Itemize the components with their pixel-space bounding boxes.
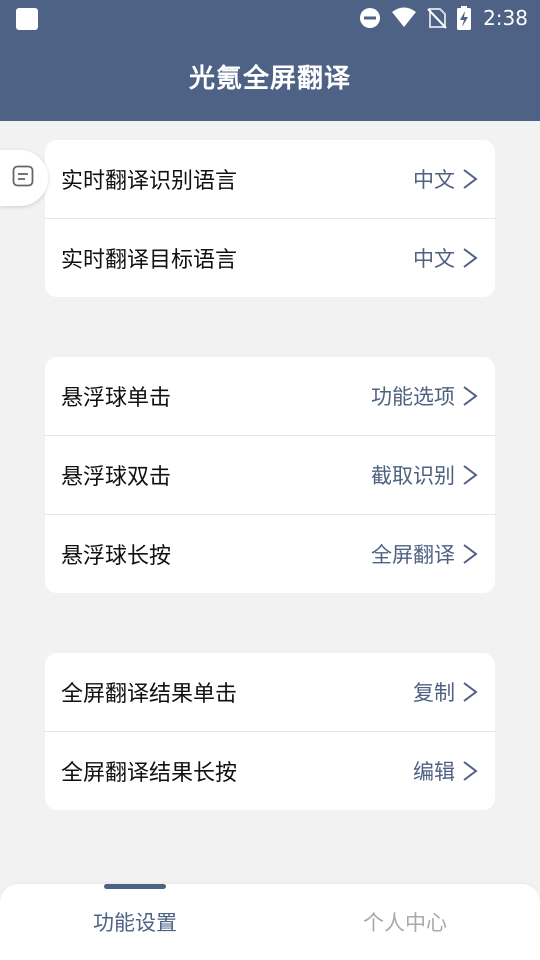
setting-label: 悬浮球单击 (61, 386, 172, 411)
setting-value-wrap: 截取识别 (371, 460, 479, 490)
status-time: 2:38 (483, 6, 528, 30)
chevron-right-icon (461, 247, 479, 269)
setting-value: 编辑 (413, 760, 455, 784)
app-square-icon (16, 8, 38, 30)
setting-label: 实时翻译识别语言 (61, 169, 238, 194)
settings-group-floating-ball: 悬浮球单击 功能选项 悬浮球双击 截取识别 悬浮球长按 全屏翻译 (45, 357, 495, 593)
setting-row-target-language[interactable]: 实时翻译目标语言 中文 (45, 219, 495, 297)
do-not-disturb-icon (359, 7, 381, 29)
settings-group-result: 全屏翻译结果单击 复制 全屏翻译结果长按 编辑 (45, 653, 495, 810)
status-bar: 2:38 (0, 0, 540, 36)
setting-value-wrap: 功能选项 (371, 381, 479, 411)
setting-row-result-long-press[interactable]: 全屏翻译结果长按 编辑 (45, 732, 495, 810)
setting-value: 中文 (413, 247, 455, 271)
wifi-icon (391, 7, 417, 29)
setting-value-wrap: 中文 (413, 164, 479, 194)
side-floating-tab[interactable] (0, 150, 48, 206)
tab-function-settings[interactable]: 功能设置 (0, 884, 270, 960)
setting-label: 全屏翻译结果长按 (61, 761, 238, 786)
setting-label: 全屏翻译结果单击 (61, 682, 238, 707)
setting-value-wrap: 编辑 (413, 756, 479, 786)
setting-value: 截取识别 (371, 464, 455, 488)
tab-label: 个人中心 (363, 911, 447, 935)
setting-row-ball-long-press[interactable]: 悬浮球长按 全屏翻译 (45, 515, 495, 593)
setting-row-ball-single-tap[interactable]: 悬浮球单击 功能选项 (45, 357, 495, 436)
setting-label: 悬浮球双击 (61, 465, 172, 490)
setting-value: 全屏翻译 (371, 543, 455, 567)
battery-charging-icon (457, 6, 472, 30)
setting-row-result-single-tap[interactable]: 全屏翻译结果单击 复制 (45, 653, 495, 732)
tab-label: 功能设置 (93, 911, 177, 935)
bottom-nav: 功能设置 个人中心 (0, 884, 540, 960)
page-title: 光氪全屏翻译 (188, 64, 351, 94)
setting-value-wrap: 全屏翻译 (371, 539, 479, 569)
chevron-right-icon (461, 681, 479, 703)
tab-personal-center[interactable]: 个人中心 (270, 884, 540, 960)
status-icons: 2:38 (359, 0, 528, 36)
chevron-right-icon (461, 385, 479, 407)
chevron-right-icon (461, 168, 479, 190)
no-sim-icon (427, 7, 447, 29)
setting-value-wrap: 复制 (413, 677, 479, 707)
setting-row-ball-double-tap[interactable]: 悬浮球双击 截取识别 (45, 436, 495, 515)
chevron-right-icon (461, 543, 479, 565)
setting-value: 功能选项 (371, 385, 455, 409)
note-icon (12, 165, 34, 191)
chevron-right-icon (461, 760, 479, 782)
setting-row-recognition-language[interactable]: 实时翻译识别语言 中文 (45, 140, 495, 219)
app-header: 光氪全屏翻译 (0, 36, 540, 121)
setting-value-wrap: 中文 (413, 243, 479, 273)
settings-group-language: 实时翻译识别语言 中文 实时翻译目标语言 中文 (45, 140, 495, 297)
setting-value: 复制 (413, 681, 455, 705)
setting-label: 悬浮球长按 (61, 544, 172, 569)
chevron-right-icon (461, 464, 479, 486)
setting-value: 中文 (413, 168, 455, 192)
setting-label: 实时翻译目标语言 (61, 248, 238, 273)
